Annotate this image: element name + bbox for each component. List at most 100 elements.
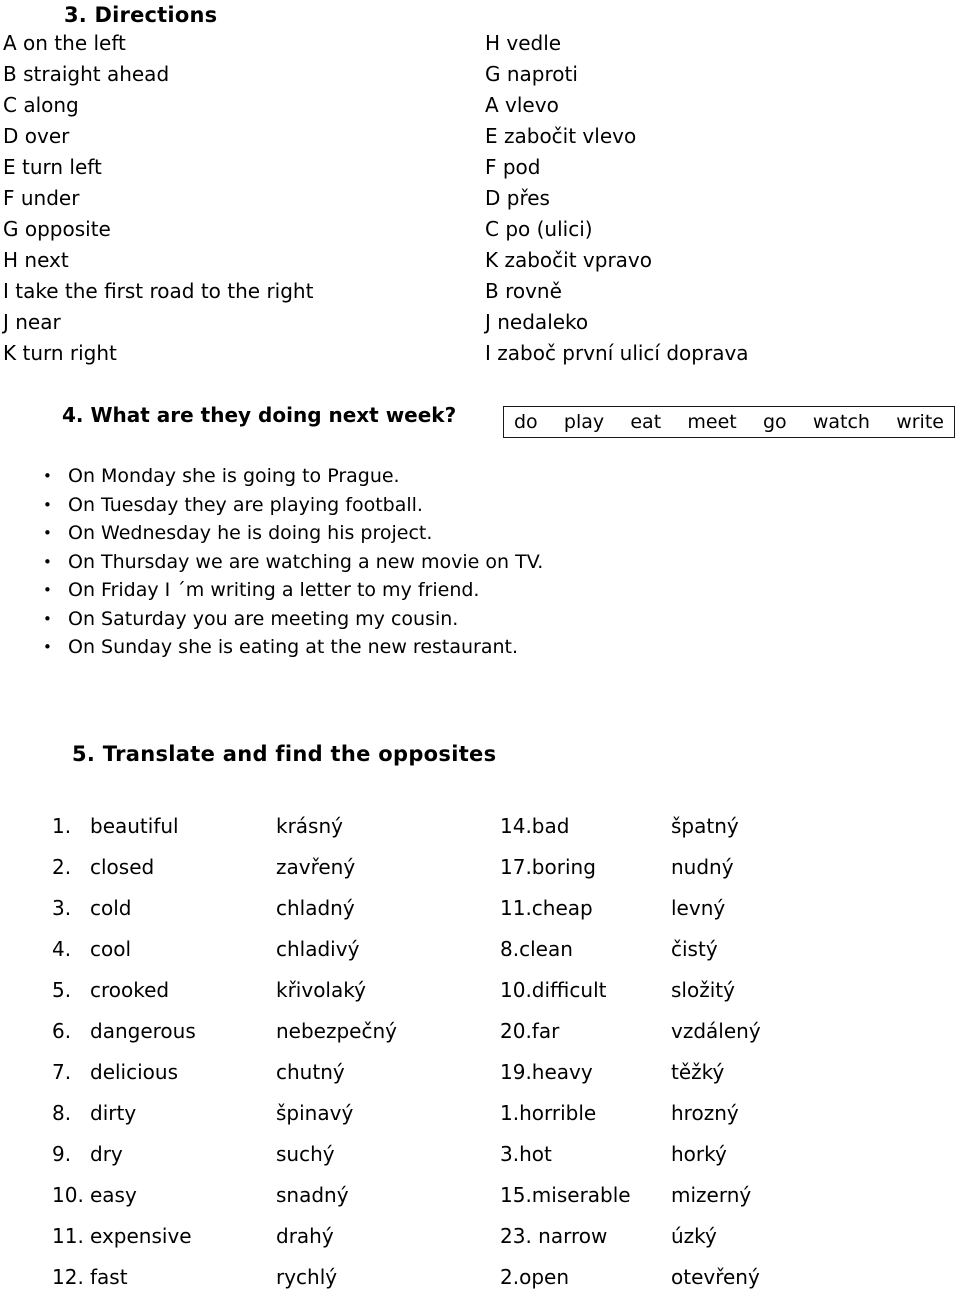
opposites-table: 1. beautiful krásný 14.bad špatný 2. closed zav… <box>0 806 960 1298</box>
opposite-number-right: 2.open <box>500 1265 569 1289</box>
opposite-english-left: delicious <box>90 1060 178 1084</box>
opposite-czech-right: špatný <box>671 814 739 838</box>
table-row: 3. cold chladný 11.cheap levný <box>0 888 960 929</box>
bullet-icon: • <box>43 552 52 571</box>
opposite-number-right: 20.far <box>500 1019 560 1043</box>
directions-row: E turn left F pod <box>0 152 960 183</box>
direction-english: D over <box>3 124 70 148</box>
opposite-number-right: 23. narrow <box>500 1224 608 1248</box>
word-bank-item: eat <box>630 410 662 433</box>
opposite-number-right: 3.hot <box>500 1142 552 1166</box>
word-bank-item: write <box>896 410 944 433</box>
sentence-text: On Tuesday they are playing football. <box>68 493 423 516</box>
sentence-text: On Saturday you are meeting my cousin. <box>68 607 459 630</box>
opposite-number-right: 11.cheap <box>500 896 593 920</box>
section-3-heading: 3. Directions <box>64 3 218 27</box>
direction-czech: J nedaleko <box>485 310 589 334</box>
sentence-item: • On Thursday we are watching a new movie… <box>0 548 620 577</box>
word-bank-item: play <box>563 410 605 433</box>
sentence-text: On Monday she is going to Prague. <box>68 465 400 487</box>
direction-czech: F pod <box>485 155 541 179</box>
opposite-czech-left: nebezpečný <box>276 1019 397 1043</box>
opposite-english-left: dry <box>90 1142 123 1166</box>
opposite-english-left: closed <box>90 855 155 879</box>
table-row: 5. crooked křivolaký 10.difficult složitý <box>0 970 960 1011</box>
opposite-english-left: cold <box>90 896 132 920</box>
opposite-number-left: 12. <box>52 1265 84 1289</box>
opposite-number-left: 6. <box>52 1019 72 1043</box>
opposite-number-right: 10.difficult <box>500 978 607 1002</box>
section-5-heading: 5. Translate and find the opposites <box>72 742 497 766</box>
direction-czech: E zabočit vlevo <box>485 124 637 148</box>
direction-english: F under <box>3 186 80 210</box>
table-row: 1. beautiful krásný 14.bad špatný <box>0 806 960 847</box>
word-bank-item: meet <box>687 410 737 433</box>
opposite-english-left: dirty <box>90 1101 137 1125</box>
worksheet-page: 3. Directions A on the left H vedle B stra… <box>0 0 960 1291</box>
directions-row: H next K zabočit vpravo <box>0 245 960 276</box>
opposite-czech-left: krásný <box>276 814 343 838</box>
bullet-icon: • <box>43 609 52 628</box>
opposite-czech-right: otevřený <box>671 1265 760 1289</box>
opposite-number-right: 19.heavy <box>500 1060 593 1084</box>
direction-czech: B rovně <box>485 279 562 303</box>
direction-czech: D přes <box>485 186 550 210</box>
directions-row: A on the left H vedle <box>0 28 960 59</box>
opposite-english-left: fast <box>90 1265 128 1289</box>
opposite-english-left: beautiful <box>90 814 179 838</box>
opposite-number-left: 9. <box>52 1142 72 1166</box>
table-row: 4. cool chladivý 8.clean čistý <box>0 929 960 970</box>
direction-english: A on the left <box>3 31 126 55</box>
sentence-item: • On Sunday she is eating at the new rest… <box>0 633 620 662</box>
opposite-czech-right: úzký <box>671 1224 717 1248</box>
opposite-number-left: 10. <box>52 1183 84 1207</box>
opposite-czech-left: chladivý <box>276 937 360 961</box>
direction-english: K turn right <box>3 341 117 365</box>
table-row: 8. dirty špinavý 1.horrible hrozný <box>0 1093 960 1134</box>
opposite-czech-left: snadný <box>276 1183 349 1207</box>
opposite-number-left: 3. <box>52 896 72 920</box>
direction-czech: G naproti <box>485 62 578 86</box>
opposite-czech-right: nudný <box>671 855 734 879</box>
opposite-number-left: 5. <box>52 978 72 1002</box>
opposite-number-left: 1. <box>52 814 72 838</box>
opposite-czech-left: křivolaký <box>276 978 366 1002</box>
opposite-number-right: 15.miserable <box>500 1183 631 1207</box>
word-bank-item: go <box>762 410 787 433</box>
sentence-text: On Wednesday he is doing his project. <box>68 522 433 544</box>
sentence-item: • On Saturday you are meeting my cousin. <box>0 605 620 634</box>
table-row: 12. fast rychlý 2.open otevřený <box>0 1257 960 1298</box>
bullet-icon: • <box>43 581 52 599</box>
table-row: 9. dry suchý 3.hot horký <box>0 1134 960 1175</box>
direction-english: H next <box>3 248 69 272</box>
opposite-czech-left: chutný <box>276 1060 345 1084</box>
opposite-english-left: expensive <box>90 1224 192 1248</box>
opposite-czech-left: drahý <box>276 1224 334 1248</box>
sentence-text: On Thursday we are watching a new movie … <box>68 550 544 573</box>
opposite-english-left: easy <box>90 1183 137 1207</box>
direction-czech: K zabočit vpravo <box>485 248 652 272</box>
opposite-czech-left: chladný <box>276 896 355 920</box>
opposite-number-left: 8. <box>52 1101 72 1125</box>
opposite-number-left: 2. <box>52 855 72 879</box>
opposite-english-left: dangerous <box>90 1019 196 1043</box>
direction-english: I take the first road to the right <box>3 279 314 303</box>
opposite-number-right: 8.clean <box>500 937 573 961</box>
opposite-czech-right: vzdálený <box>671 1019 761 1043</box>
table-row: 11. expensive drahý 23. narrow úzký <box>0 1216 960 1257</box>
opposite-number-right: 17.boring <box>500 855 596 879</box>
directions-row: D over E zabočit vlevo <box>0 121 960 152</box>
word-bank-item: watch <box>812 410 870 433</box>
opposite-czech-right: těžký <box>671 1060 725 1084</box>
opposite-number-left: 7. <box>52 1060 72 1084</box>
direction-english: J near <box>3 310 61 334</box>
table-row: 7. delicious chutný 19.heavy těžký <box>0 1052 960 1093</box>
opposite-english-left: crooked <box>90 978 170 1002</box>
directions-list: A on the left H vedle B straight ahead G na… <box>0 28 960 369</box>
directions-row: I take the first road to the right B rovn… <box>0 276 960 307</box>
bullet-icon: • <box>43 467 52 485</box>
sentence-item: • On Tuesday they are playing football. <box>0 491 620 520</box>
word-bank-box: do play eat meet go watch write <box>503 406 955 438</box>
opposite-czech-right: mizerný <box>671 1183 752 1207</box>
direction-english: C along <box>3 93 79 117</box>
